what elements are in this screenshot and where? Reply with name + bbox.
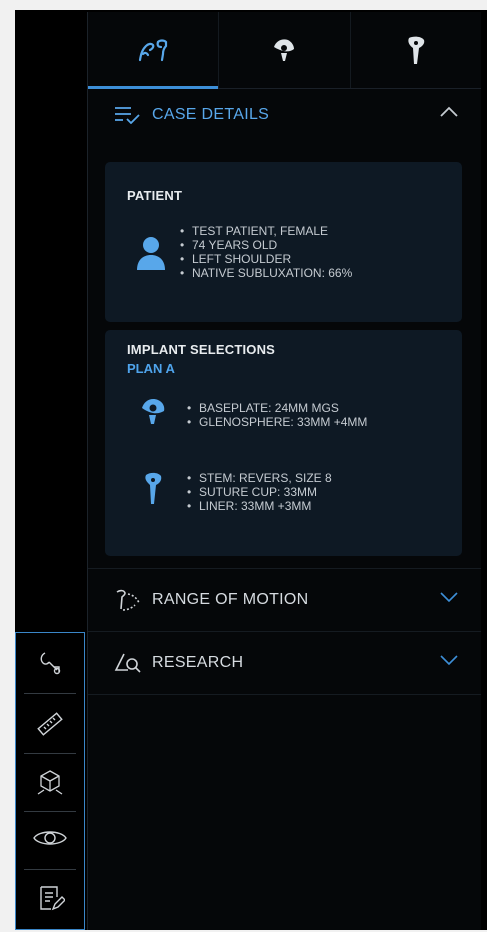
patient-info-item: LEFT SHOULDER (180, 252, 352, 266)
tool-toolbar (15, 632, 85, 930)
tab-humeral-stem[interactable] (351, 12, 481, 88)
ruler-tool-button[interactable] (16, 695, 84, 753)
humeral-implant-list: STEM: REVERS, SIZE 8 SUTURE CUP: 33MM LI… (187, 471, 332, 513)
notes-tool-button[interactable] (16, 869, 84, 927)
checklist-icon (114, 104, 144, 126)
glenosphere-icon (274, 39, 295, 61)
angle-search-icon (114, 652, 144, 674)
glenosphere-icon (142, 398, 165, 424)
implant-item: LINER: 33MM +3MM (187, 499, 332, 513)
visibility-tool-button[interactable] (16, 809, 84, 867)
range-of-motion-title: RANGE OF MOTION (152, 591, 309, 608)
tab-bar (88, 12, 481, 89)
chevron-down-icon[interactable] (439, 591, 459, 603)
case-details-title: CASE DETAILS (152, 106, 270, 123)
patient-card: PATIENT TEST PATIENT, FEMALE 74 YEARS OL… (105, 162, 462, 322)
lasso-icon (40, 652, 61, 675)
lasso-tool-button[interactable] (16, 635, 84, 693)
glenoid-implant-list: BASEPLATE: 24MM MGS GLENOSPHERE: 33MM +4… (187, 401, 367, 429)
surgery-tools-icon (139, 39, 168, 62)
implant-selections-title: IMPLANT SELECTIONS (127, 342, 276, 357)
chevron-up-icon[interactable] (439, 106, 459, 118)
toolbar-divider (24, 693, 76, 694)
cube-icon (37, 770, 63, 795)
research-title: RESEARCH (152, 654, 244, 671)
implant-item: SUTURE CUP: 33MM (187, 485, 332, 499)
implant-selections-card: IMPLANT SELECTIONS PLAN A BASEPLATE: 24M… (105, 330, 462, 556)
implant-item: BASEPLATE: 24MM MGS (187, 401, 367, 415)
cube-view-tool-button[interactable] (16, 753, 84, 811)
patient-info-item: NATIVE SUBLUXATION: 66% (180, 266, 352, 280)
user-icon (137, 237, 165, 270)
patient-info-item: 74 YEARS OLD (180, 238, 352, 252)
ruler-icon (37, 712, 63, 736)
section-divider (88, 694, 481, 695)
motion-arc-icon (114, 589, 144, 611)
humeral-stem-icon (145, 472, 162, 504)
tab-surgery-tools[interactable] (88, 12, 220, 89)
planning-panel: CASE DETAILS PATIENT TEST PATIENT, FEMAL… (87, 12, 481, 930)
implant-item: GLENOSPHERE: 33MM +4MM (187, 415, 367, 429)
patient-info-list: TEST PATIENT, FEMALE 74 YEARS OLD LEFT S… (180, 224, 352, 280)
plan-label: PLAN A (127, 361, 175, 376)
eye-icon (33, 831, 67, 845)
patient-info-item: TEST PATIENT, FEMALE (180, 224, 352, 238)
research-header[interactable]: RESEARCH (88, 632, 481, 694)
case-details-header[interactable]: CASE DETAILS (88, 84, 481, 146)
notes-edit-icon (40, 886, 65, 911)
humeral-stem-icon (408, 36, 425, 64)
chevron-down-icon[interactable] (439, 654, 459, 666)
range-of-motion-header[interactable]: RANGE OF MOTION (88, 569, 481, 631)
implant-item: STEM: REVERS, SIZE 8 (187, 471, 332, 485)
patient-card-title: PATIENT (127, 188, 183, 203)
tab-glenosphere[interactable] (219, 12, 351, 88)
